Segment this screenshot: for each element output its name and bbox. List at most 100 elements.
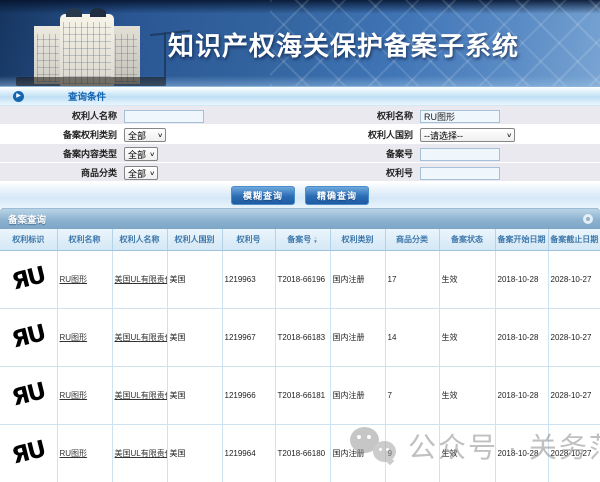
cell-end-date: 2028-10-27	[548, 366, 600, 424]
table-row: ЯU RU图形 美国UL有限责任公司 美国 1219964 T2018-6618…	[0, 424, 600, 482]
cell-record-no: T2018-66183	[275, 308, 330, 366]
col-holder-name[interactable]: 权利人名称	[112, 229, 167, 250]
form-row: 权利人名称 权利名称	[0, 106, 600, 125]
col-record-no[interactable]: 备案号▲▼	[275, 229, 330, 250]
cell-product-class: 7	[385, 366, 439, 424]
col-right-no[interactable]: 权利号	[222, 229, 275, 250]
right-name-link[interactable]: RU图形	[60, 391, 88, 400]
holder-name-label: 权利人名称	[0, 109, 124, 122]
results-panel-title: 备案查询	[8, 212, 46, 226]
holder-name-link[interactable]: 美国UL有限责任公司	[115, 449, 168, 458]
building-dome	[90, 8, 106, 17]
right-no-label: 权利号	[296, 166, 420, 179]
record-right-type-value: 全部	[128, 129, 146, 142]
table-row: ЯU RU图形 美国UL有限责任公司 美国 1219967 T2018-6618…	[0, 308, 600, 366]
cell-start-date: 2018-10-28	[495, 424, 548, 482]
cell-status: 生效	[439, 424, 495, 482]
record-content-type-label: 备案内容类型	[0, 147, 124, 160]
cell-right-no: 1219966	[222, 366, 275, 424]
cell-start-date: 2018-10-28	[495, 366, 548, 424]
col-end-date[interactable]: 备案截止日期	[548, 229, 600, 250]
ru-mark-logo: ЯU	[9, 378, 47, 411]
cell-country: 美国	[167, 366, 222, 424]
product-class-select[interactable]: 全部 ∨	[124, 166, 158, 180]
chevron-down-icon: ∨	[149, 170, 155, 177]
cell-country: 美国	[167, 424, 222, 482]
chevron-down-icon: ∨	[506, 132, 512, 139]
panel-collapse-button[interactable]	[583, 214, 593, 224]
cell-start-date: 2018-10-28	[495, 250, 548, 308]
cell-end-date: 2028-10-27	[548, 308, 600, 366]
holder-country-value: --请选择--	[424, 129, 463, 142]
record-content-type-select[interactable]: 全部 ∨	[124, 147, 158, 161]
record-right-type-select[interactable]: 全部 ∨	[124, 128, 166, 142]
holder-name-link[interactable]: 美国UL有限责任公司	[115, 333, 168, 342]
col-right-name[interactable]: 权利名称	[57, 229, 112, 250]
chevron-down-icon: ∨	[149, 151, 155, 158]
cell-country: 美国	[167, 250, 222, 308]
sort-icon[interactable]: ▲▼	[313, 236, 317, 243]
cell-product-class: 14	[385, 308, 439, 366]
building-dome	[66, 8, 82, 17]
building-tower	[60, 14, 114, 86]
results-panel-header: 备案查询	[0, 208, 600, 229]
ru-mark-logo: ЯU	[9, 320, 47, 353]
collapse-arrow-icon[interactable]: ▶	[13, 91, 24, 102]
holder-country-label: 权利人国别	[296, 128, 420, 141]
cell-record-no: T2018-66196	[275, 250, 330, 308]
col-right-type[interactable]: 权利类别	[330, 229, 385, 250]
cell-right-type: 国内注册	[330, 250, 385, 308]
customs-building-graphic	[30, 8, 148, 86]
exact-query-button[interactable]: 精确查询	[305, 186, 369, 205]
cell-record-no: T2018-66181	[275, 366, 330, 424]
cell-start-date: 2018-10-28	[495, 308, 548, 366]
col-start-date[interactable]: 备案开始日期	[495, 229, 548, 250]
product-class-value: 全部	[128, 167, 146, 180]
chevron-down-icon: ∨	[157, 132, 163, 139]
app-banner: 知识产权海关保护备案子系统	[0, 0, 600, 86]
query-conditions-title: 查询条件	[68, 89, 106, 103]
cell-status: 生效	[439, 308, 495, 366]
fuzzy-query-button[interactable]: 模糊查询	[231, 186, 295, 205]
cell-right-no: 1219964	[222, 424, 275, 482]
form-row: 商品分类 全部 ∨ 权利号	[0, 163, 600, 182]
table-row: ЯU RU图形 美国UL有限责任公司 美国 1219963 T2018-6619…	[0, 250, 600, 308]
right-name-link[interactable]: RU图形	[60, 333, 88, 342]
col-record-status[interactable]: 备案状态	[439, 229, 495, 250]
cell-product-class: 17	[385, 250, 439, 308]
col-product-class[interactable]: 商品分类	[385, 229, 439, 250]
table-row: ЯU RU图形 美国UL有限责任公司 美国 1219966 T2018-6618…	[0, 366, 600, 424]
table-header-row: 权利标识 权利名称 权利人名称 权利人国别 权利号 备案号▲▼ 权利类别 商品分…	[0, 229, 600, 250]
record-right-type-label: 备案权利类别	[0, 128, 124, 141]
cell-product-class: 9	[385, 424, 439, 482]
results-table: 权利标识 权利名称 权利人名称 权利人国别 权利号 备案号▲▼ 权利类别 商品分…	[0, 229, 600, 482]
right-name-label: 权利名称	[296, 109, 420, 122]
holder-country-select[interactable]: --请选择-- ∨	[420, 128, 515, 142]
record-no-label: 备案号	[296, 147, 420, 160]
cell-end-date: 2028-10-27	[548, 250, 600, 308]
holder-name-input[interactable]	[124, 110, 204, 123]
ru-mark-logo: ЯU	[9, 436, 47, 469]
record-content-type-value: 全部	[128, 148, 146, 161]
record-no-input[interactable]	[420, 148, 500, 161]
form-row: 备案内容类型 全部 ∨ 备案号	[0, 144, 600, 163]
right-no-input[interactable]	[420, 167, 500, 180]
holder-name-link[interactable]: 美国UL有限责任公司	[115, 391, 168, 400]
cell-right-type: 国内注册	[330, 424, 385, 482]
cell-right-no: 1219963	[222, 250, 275, 308]
right-name-input[interactable]	[420, 110, 500, 123]
holder-name-link[interactable]: 美国UL有限责任公司	[115, 275, 168, 284]
product-class-label: 商品分类	[0, 166, 124, 179]
ru-mark-logo: ЯU	[9, 262, 47, 295]
cell-status: 生效	[439, 250, 495, 308]
query-actions: 模糊查询 精确查询	[0, 182, 600, 208]
col-right-logo[interactable]: 权利标识	[0, 229, 57, 250]
cell-country: 美国	[167, 308, 222, 366]
cell-record-no: T2018-66180	[275, 424, 330, 482]
col-holder-country[interactable]: 权利人国别	[167, 229, 222, 250]
right-name-link[interactable]: RU图形	[60, 449, 88, 458]
query-conditions-bar: ▶ 查询条件	[0, 86, 600, 106]
cell-end-date: 2028-10-27	[548, 424, 600, 482]
cell-status: 生效	[439, 366, 495, 424]
right-name-link[interactable]: RU图形	[60, 275, 88, 284]
